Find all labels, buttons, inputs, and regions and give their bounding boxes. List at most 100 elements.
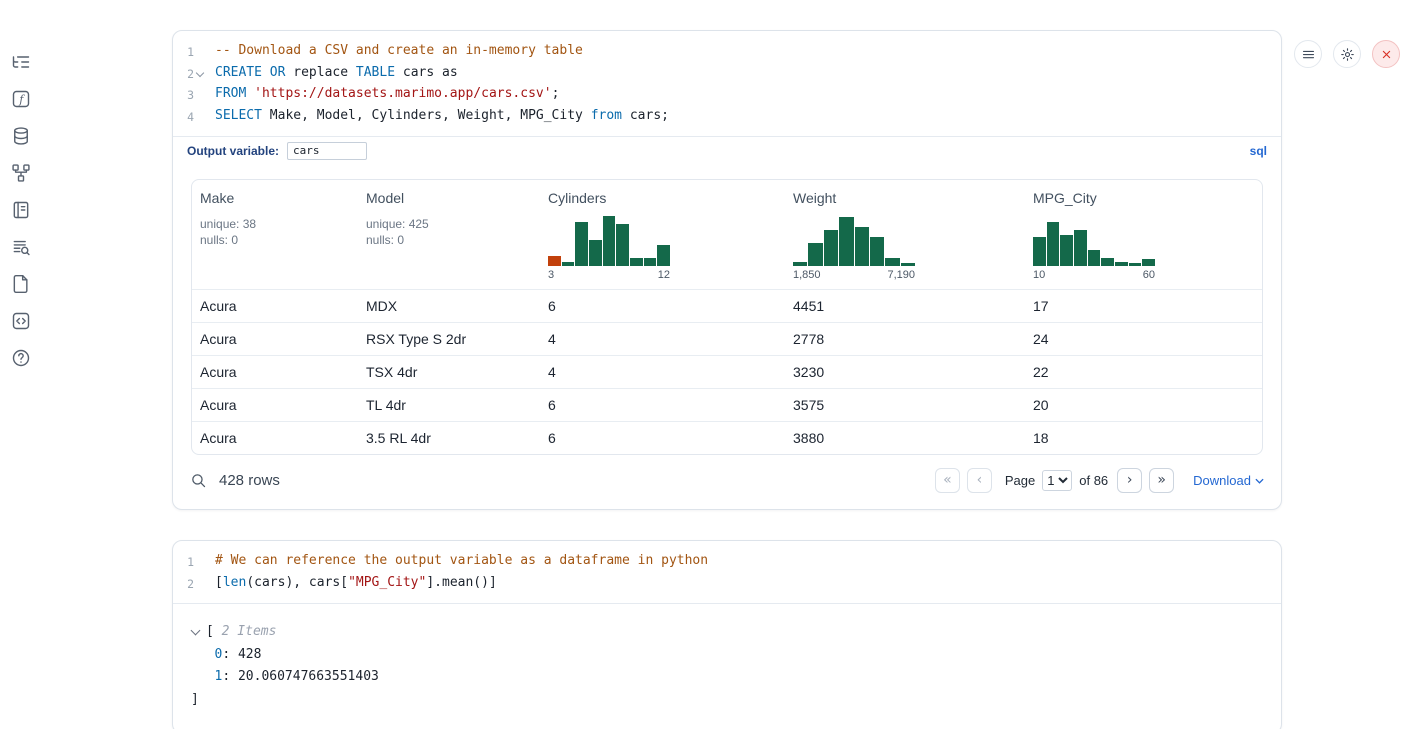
table-cell: 4 xyxy=(540,356,785,388)
output-variable-input[interactable] xyxy=(287,142,367,160)
histogram-bar[interactable] xyxy=(1129,263,1142,266)
python-cell: 1# We can reference the output variable … xyxy=(172,540,1282,729)
column-header[interactable]: Weight 1,8507,190 xyxy=(785,190,1025,281)
table-row[interactable]: Acura3.5 RL 4dr6388018 xyxy=(192,421,1262,454)
table-footer: 428 rows « ‹ Page 1 of 86 › » Download xyxy=(173,455,1281,509)
histogram-bar[interactable] xyxy=(808,243,822,266)
log-search-icon xyxy=(11,237,31,257)
column-header[interactable]: Makeunique: 38nulls: 0 xyxy=(192,190,358,281)
code-line[interactable]: 1-- Download a CSV and create an in-memo… xyxy=(173,41,1281,63)
histogram-bar[interactable] xyxy=(562,262,575,266)
database-icon xyxy=(11,126,31,146)
code-line[interactable]: 2[len(cars), cars["MPG_City"].mean()] xyxy=(173,573,1281,595)
histogram-bar[interactable] xyxy=(630,258,643,266)
table-cell: 4451 xyxy=(785,290,1025,322)
table-row[interactable]: AcuraTL 4dr6357520 xyxy=(192,388,1262,421)
histogram-bar[interactable] xyxy=(855,227,869,266)
python-code-editor[interactable]: 1# We can reference the output variable … xyxy=(173,541,1281,603)
column-name: Weight xyxy=(793,190,1017,206)
table-row[interactable]: AcuraTSX 4dr4323022 xyxy=(192,355,1262,388)
prev-page-button[interactable]: ‹ xyxy=(967,468,992,493)
first-page-button[interactable]: « xyxy=(935,468,960,493)
sidebar-item-documentation[interactable] xyxy=(11,273,33,295)
histogram-bar[interactable] xyxy=(1060,235,1073,266)
data-table: Makeunique: 38nulls: 0Modelunique: 425nu… xyxy=(191,179,1263,455)
histogram-axis-labels: 1,8507,190 xyxy=(793,269,915,281)
table-cell: 22 xyxy=(1025,356,1262,388)
hamburger-icon xyxy=(1301,47,1316,62)
sidebar: f xyxy=(0,30,44,729)
hist-min-label: 3 xyxy=(548,269,554,281)
download-label: Download xyxy=(1193,473,1251,488)
last-page-button[interactable]: » xyxy=(1149,468,1174,493)
sidebar-item-help[interactable] xyxy=(11,347,33,369)
histogram-bar[interactable] xyxy=(1033,237,1046,266)
histogram-bar[interactable] xyxy=(1142,259,1155,266)
chevron-down-icon xyxy=(1255,478,1264,484)
column-header[interactable]: Modelunique: 425nulls: 0 xyxy=(358,190,540,281)
histogram-bar[interactable] xyxy=(616,224,629,266)
histogram-bar[interactable] xyxy=(839,217,853,266)
hist-max-label: 60 xyxy=(1143,269,1155,281)
histogram-bar[interactable] xyxy=(1047,222,1060,266)
table-cell: 6 xyxy=(540,389,785,421)
histogram-bar[interactable] xyxy=(1088,250,1101,266)
histogram-bar[interactable] xyxy=(870,237,884,266)
histogram-bar[interactable] xyxy=(1115,262,1128,266)
line-number: 2 xyxy=(173,63,194,85)
code-line[interactable]: 1# We can reference the output variable … xyxy=(173,551,1281,573)
histogram-bar[interactable] xyxy=(1074,230,1087,266)
code-line[interactable]: 3FROM 'https://datasets.marimo.app/cars.… xyxy=(173,84,1281,106)
histogram-bar[interactable] xyxy=(589,240,602,266)
page-select[interactable]: 1 xyxy=(1042,470,1072,491)
sidebar-item-data-sources[interactable] xyxy=(11,125,33,147)
language-badge[interactable]: sql xyxy=(1250,144,1267,158)
sidebar-item-dependency-graph[interactable] xyxy=(11,162,33,184)
histogram-bar[interactable] xyxy=(793,262,807,266)
fold-chevron-icon[interactable] xyxy=(194,63,205,85)
sql-cell: 1-- Download a CSV and create an in-memo… xyxy=(172,30,1282,510)
shutdown-button[interactable] xyxy=(1372,40,1400,68)
table-row[interactable]: AcuraRSX Type S 2dr4277824 xyxy=(192,322,1262,355)
sidebar-item-snippets[interactable] xyxy=(11,310,33,332)
histogram-bar[interactable] xyxy=(548,256,561,266)
collapse-chevron-icon[interactable] xyxy=(191,626,201,636)
column-name: Model xyxy=(366,190,532,206)
code-line[interactable]: 4SELECT Make, Model, Cylinders, Weight, … xyxy=(173,106,1281,128)
output-variable-bar: Output variable: sql xyxy=(173,136,1281,164)
code-text: SELECT Make, Model, Cylinders, Weight, M… xyxy=(205,106,669,128)
fold-spacer xyxy=(194,84,205,106)
table-cell: 6 xyxy=(540,422,785,454)
sidebar-item-logs[interactable] xyxy=(11,236,33,258)
menu-button[interactable] xyxy=(1294,40,1322,68)
download-button[interactable]: Download xyxy=(1193,473,1264,488)
column-histogram xyxy=(548,214,670,266)
help-icon xyxy=(11,348,31,368)
column-histogram xyxy=(1033,214,1155,266)
sql-code-editor[interactable]: 1-- Download a CSV and create an in-memo… xyxy=(173,31,1281,136)
table-cell: 18 xyxy=(1025,422,1262,454)
table-cell: Acura xyxy=(192,422,358,454)
column-header[interactable]: MPG_City1060 xyxy=(1025,190,1262,281)
histogram-bar[interactable] xyxy=(644,258,657,266)
settings-button[interactable] xyxy=(1333,40,1361,68)
table-row[interactable]: AcuraMDX6445117 xyxy=(192,289,1262,322)
histogram-bar[interactable] xyxy=(885,258,899,266)
sidebar-item-file-explorer[interactable] xyxy=(11,51,33,73)
sidebar-item-scratchpad[interactable] xyxy=(11,199,33,221)
search-button[interactable] xyxy=(190,472,207,489)
line-number: 1 xyxy=(173,41,194,63)
next-page-button[interactable]: › xyxy=(1117,468,1142,493)
sidebar-item-variables[interactable]: f xyxy=(11,88,33,110)
column-name: Cylinders xyxy=(548,190,777,206)
column-header[interactable]: Cylinders312 xyxy=(540,190,785,281)
document-icon xyxy=(11,274,31,294)
histogram-bar[interactable] xyxy=(1101,258,1114,266)
histogram-bar[interactable] xyxy=(824,230,838,266)
histogram-bar[interactable] xyxy=(657,245,670,266)
code-line[interactable]: 2CREATE OR replace TABLE cars as xyxy=(173,63,1281,85)
histogram-bar[interactable] xyxy=(901,263,915,266)
python-output: [ 2 Items 0: 428 1: 20.060747663551403] xyxy=(173,603,1281,729)
histogram-bar[interactable] xyxy=(603,216,616,266)
histogram-bar[interactable] xyxy=(575,222,588,266)
